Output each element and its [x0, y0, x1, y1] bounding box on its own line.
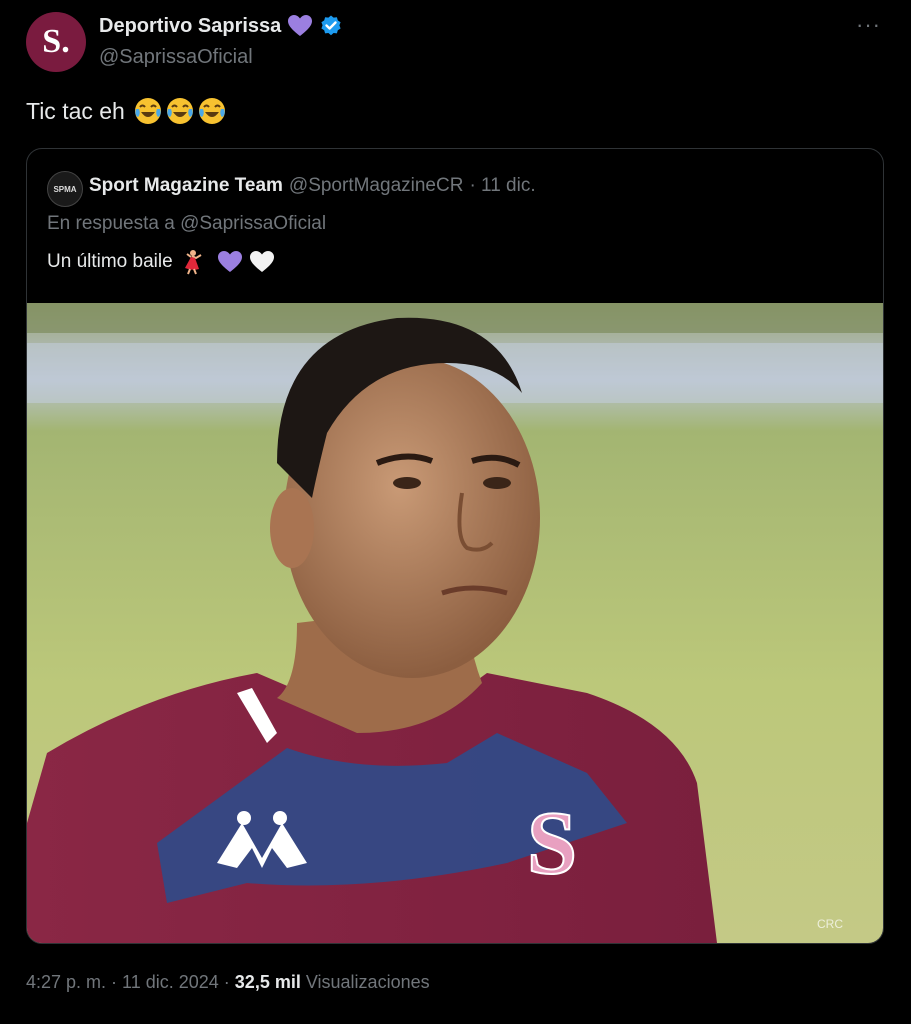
- quoted-text-content: Un último baile: [47, 251, 173, 272]
- svg-text:S: S: [527, 794, 577, 893]
- author-name[interactable]: Deportivo Saprissa: [99, 15, 281, 38]
- quoted-tweet[interactable]: SPMA Sport Magazine Team @SportMagazineC…: [26, 148, 884, 944]
- author-name-row: Deportivo Saprissa: [99, 14, 343, 38]
- verified-badge-icon: [321, 15, 341, 36]
- author-handle[interactable]: @SaprissaOficial: [99, 46, 253, 69]
- quoted-author-name[interactable]: Sport Magazine Team: [89, 175, 283, 197]
- tweet-timestamp[interactable]: 4:27 p. m. · 11 dic. 2024 ·: [26, 972, 230, 992]
- author-avatar[interactable]: S.: [26, 12, 86, 72]
- views-label: Visualizaciones: [305, 972, 430, 992]
- quoted-author-avatar[interactable]: SPMA: [47, 171, 83, 207]
- quoted-date[interactable]: · 11 dic.: [469, 175, 535, 197]
- tweet-text: Tic tac eh: [26, 96, 227, 126]
- views-count: 32,5 mil: [234, 972, 301, 992]
- tears-of-joy-emoji-icon: [134, 98, 161, 124]
- media-watermark: CRC: [817, 917, 843, 931]
- quoted-media-photo[interactable]: S CRC: [27, 303, 883, 943]
- purple-heart-icon: [217, 251, 242, 272]
- tears-of-joy-emoji-icon: [198, 98, 225, 124]
- quoted-header: Sport Magazine Team @SportMagazineCR · 1…: [89, 175, 536, 197]
- tweet-footer: 4:27 p. m. · 11 dic. 2024 · 32,5 mil Vis…: [26, 972, 430, 993]
- tweet: S. Deportivo Saprissa @SaprissaOficial ·…: [0, 0, 911, 1024]
- tears-of-joy-emoji-icon: [166, 98, 193, 124]
- avatar-letter: S.: [42, 23, 70, 60]
- tweet-text-content: Tic tac eh: [26, 97, 125, 124]
- quoted-text: Un último baile: [47, 249, 275, 275]
- more-dots-icon[interactable]: ···: [856, 12, 881, 38]
- emoji-group: [133, 96, 227, 126]
- quoted-avatar-logo: SPMA: [53, 184, 77, 194]
- white-heart-icon: [249, 251, 274, 272]
- purple-heart-icon: [288, 15, 313, 36]
- dancer-emoji-icon: [184, 250, 202, 275]
- reply-to-text: En respuesta a @SaprissaOficial: [47, 213, 327, 234]
- quoted-author-handle[interactable]: @SportMagazineCR: [289, 175, 464, 197]
